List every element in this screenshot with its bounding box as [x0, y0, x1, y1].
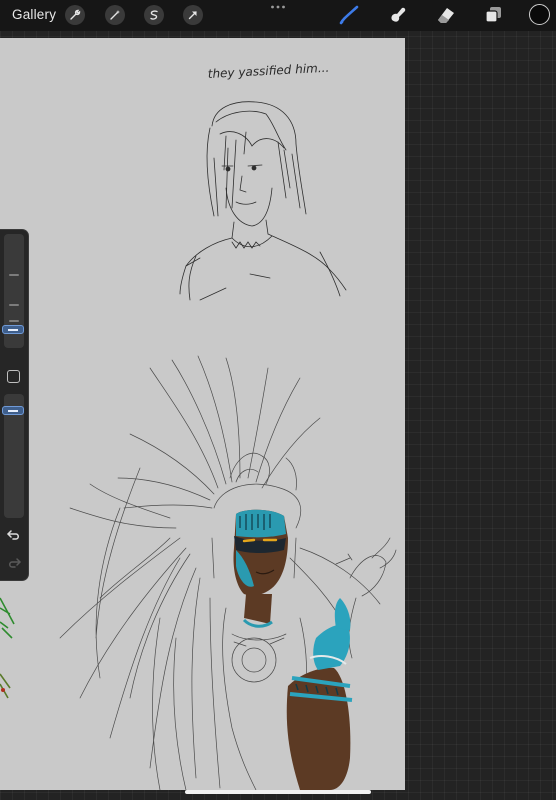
- square-modify-icon[interactable]: [7, 370, 20, 383]
- selection-s-icon[interactable]: [144, 5, 164, 25]
- handwritten-note: they yassified him...: [207, 61, 329, 81]
- drawing-canvas[interactable]: they yassified him...: [0, 38, 405, 790]
- opacity-handle[interactable]: [2, 406, 24, 415]
- top-toolbar: Gallery: [0, 0, 556, 31]
- eraser-icon[interactable]: [434, 4, 458, 26]
- plant-sketch: [0, 597, 15, 699]
- home-indicator[interactable]: [185, 790, 371, 794]
- slider-tick: [9, 304, 19, 306]
- brush-icon[interactable]: [337, 4, 361, 26]
- artwork: they yassified him...: [0, 61, 397, 790]
- redo-arrow-icon[interactable]: [6, 556, 22, 570]
- slider-tick: [9, 320, 19, 322]
- layers-icon[interactable]: [481, 4, 505, 26]
- wrench-icon[interactable]: [65, 5, 85, 25]
- color-picker-button[interactable]: [529, 4, 550, 25]
- painted-face: [233, 509, 288, 628]
- painted-arm: [286, 598, 353, 790]
- slider-tick: [9, 274, 19, 276]
- arrow-cursor-icon[interactable]: [183, 5, 203, 25]
- brush-size-handle[interactable]: [2, 325, 24, 334]
- left-sidebar: [0, 229, 29, 581]
- undo-arrow-icon[interactable]: [6, 528, 22, 542]
- ellipsis-icon[interactable]: [270, 3, 286, 11]
- magic-wand-icon[interactable]: [105, 5, 125, 25]
- gallery-button[interactable]: Gallery: [12, 7, 56, 22]
- portrait-sketch: [179, 101, 347, 301]
- smudge-icon[interactable]: [386, 4, 410, 26]
